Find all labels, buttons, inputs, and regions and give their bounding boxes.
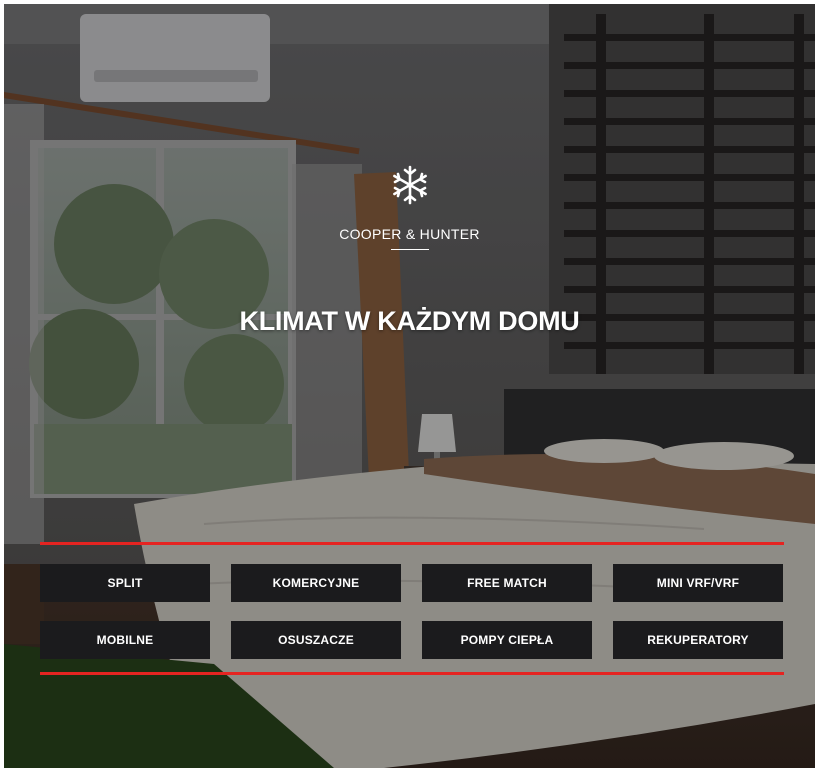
hero-headline: KLIMAT W KAŻDYM DOMU [239,306,580,336]
brand-logo[interactable]: COOPER & HUNTER [4,164,815,250]
category-button-free-match[interactable]: FREE MATCH [422,564,592,602]
brand-underline [390,249,429,250]
bottom-red-divider [40,672,784,675]
category-button-rekuperatory[interactable]: REKUPERATORY [613,621,783,659]
category-button-komercyjne[interactable]: KOMERCYJNE [231,564,401,602]
category-button-mobilne[interactable]: MOBILNE [40,621,210,659]
category-button-split[interactable]: SPLIT [40,564,210,602]
snowflake-icon [392,165,427,205]
category-button-osuszacze[interactable]: OSUSZACZE [231,621,401,659]
top-red-divider [40,542,784,545]
category-button-pompy-ciepla[interactable]: POMPY CIEPŁA [422,621,592,659]
brand-name: COOPER & HUNTER [339,226,480,242]
hero-banner: COOPER & HUNTER KLIMAT W KAŻDYM DOMU SPL… [4,4,815,768]
category-button-mini-vrf[interactable]: MINI VRF/VRF [613,564,783,602]
